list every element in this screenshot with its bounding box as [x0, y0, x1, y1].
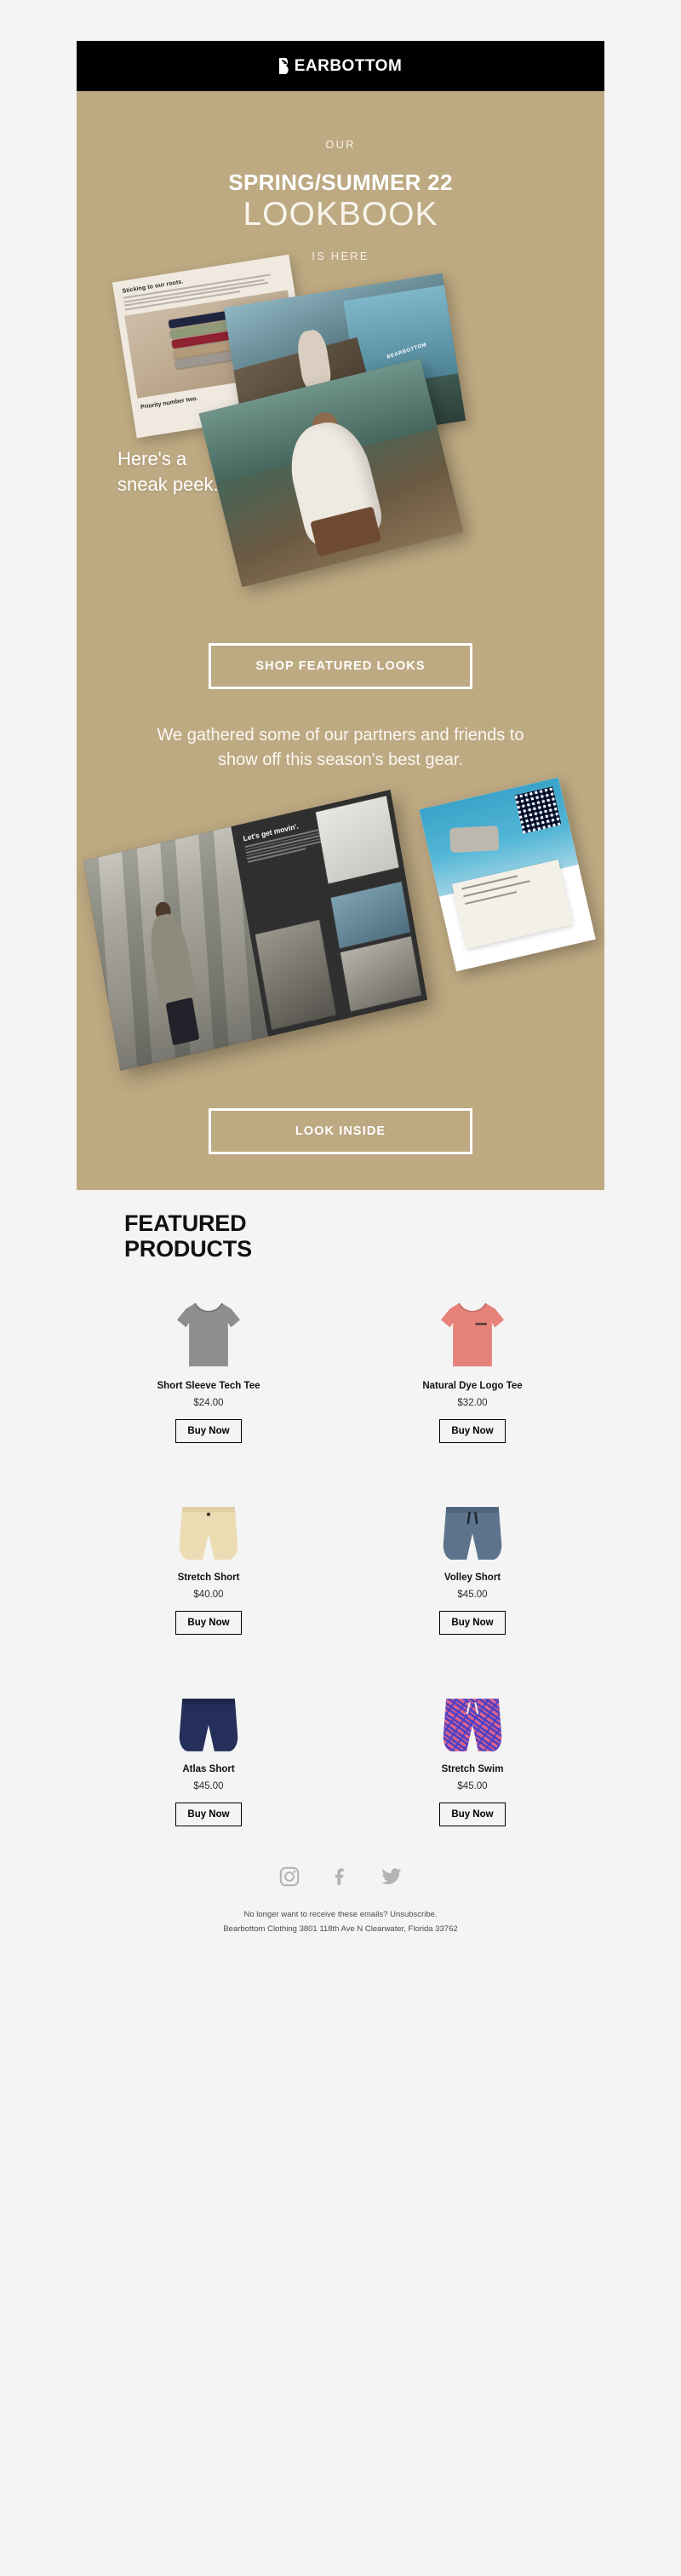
- legal-text: No longer want to receive these emails? …: [77, 1908, 604, 1936]
- buy-now-button[interactable]: Buy Now: [439, 1803, 506, 1827]
- email-footer: No longer want to receive these emails? …: [77, 1852, 604, 1963]
- twitter-icon[interactable]: [381, 1866, 403, 1888]
- company-address: Bearbottom Clothing 3801 118th Ave N Cle…: [223, 1924, 458, 1935]
- hero-section: OUR SPRING/SUMMER 22 LOOKBOOK IS HERE St…: [77, 91, 604, 1190]
- product-name: Volley Short: [444, 1573, 501, 1584]
- sneak-peek-line-2: sneak peek.: [117, 473, 219, 495]
- product-name: Stretch Short: [177, 1573, 240, 1584]
- buy-now-button[interactable]: Buy Now: [175, 1611, 242, 1636]
- product-image-natural-dye-logo-tee: [417, 1284, 528, 1372]
- product-image-short-sleeve-tech-tee: [153, 1284, 264, 1372]
- brand-logo[interactable]: EARBOTTOM: [278, 57, 403, 75]
- shop-featured-looks-button[interactable]: SHOP FEATURED LOOKS: [209, 642, 472, 689]
- product-name: Atlas Short: [182, 1764, 235, 1775]
- sneak-peek-text: Here's a sneak peek.: [117, 446, 219, 497]
- featured-products-section: FEATURED PRODUCTS Short Sleeve Tech Tee …: [77, 1189, 604, 1853]
- brand-header-bar: EARBOTTOM: [77, 41, 604, 91]
- spread-photo-model: [340, 935, 421, 1011]
- hero-paragraph: We gathered some of our partners and fri…: [157, 725, 524, 769]
- buy-now-button[interactable]: Buy Now: [175, 1419, 242, 1444]
- hero-title-season: SPRING/SUMMER 22: [228, 170, 453, 195]
- social-links: [77, 1866, 604, 1888]
- look-inside-button[interactable]: LOOK INSIDE: [209, 1107, 472, 1154]
- email-body: EARBOTTOM OUR SPRING/SUMMER 22 LOOKBOOK …: [0, 41, 681, 1963]
- unsubscribe-text[interactable]: No longer want to receive these emails? …: [77, 1908, 604, 1923]
- lookbook-open-spread: Let's get movin'.: [83, 790, 427, 1071]
- lookbook-back-cover: [419, 777, 596, 972]
- hero-subline: IS HERE: [312, 249, 369, 262]
- sneak-peek-line-1: Here's a: [117, 447, 187, 469]
- product-name: Short Sleeve Tech Tee: [157, 1381, 260, 1392]
- featured-heading-line-1: FEATURED: [124, 1210, 247, 1236]
- lookbook-image-primary: Sticking to our roots. Priority number t…: [77, 254, 604, 628]
- product-card: Short Sleeve Tech Tee $24.00 Buy Now: [77, 1277, 340, 1469]
- look-inside-wrap: LOOK INSIDE: [77, 1107, 604, 1180]
- product-name: Stretch Swim: [441, 1764, 504, 1775]
- product-image-volley-short: [417, 1475, 528, 1564]
- product-card: Stretch Swim $45.00 Buy Now: [340, 1660, 604, 1852]
- buy-now-button[interactable]: Buy Now: [439, 1419, 506, 1444]
- product-price: $40.00: [193, 1590, 224, 1601]
- hero-title-lookbook: LOOKBOOK: [243, 196, 438, 233]
- product-name: Natural Dye Logo Tee: [422, 1381, 523, 1392]
- lookbook-image-secondary: Let's get movin'.: [77, 777, 604, 1090]
- product-image-atlas-short: [153, 1667, 264, 1756]
- shop-featured-looks-wrap: SHOP FEATURED LOOKS: [77, 642, 604, 689]
- bear-mark-icon: [278, 58, 294, 74]
- product-price: $24.00: [193, 1398, 224, 1409]
- product-grid: Short Sleeve Tech Tee $24.00 Buy Now Nat…: [77, 1277, 604, 1852]
- qr-code-icon: [514, 786, 562, 834]
- product-price: $45.00: [457, 1590, 488, 1601]
- buy-now-button[interactable]: Buy Now: [439, 1611, 506, 1636]
- spread-photo-stretch: [255, 919, 336, 1030]
- product-card: Natural Dye Logo Tee $32.00 Buy Now: [340, 1277, 604, 1469]
- spread-photo-flatlay: [316, 796, 399, 884]
- product-card: Volley Short $45.00 Buy Now: [340, 1469, 604, 1660]
- facebook-icon[interactable]: [329, 1866, 352, 1888]
- featured-products-heading: FEATURED PRODUCTS: [124, 1210, 320, 1262]
- featured-heading-line-2: PRODUCTS: [124, 1236, 252, 1262]
- brand-logo-text: EARBOTTOM: [294, 57, 403, 75]
- product-card: Stretch Short $40.00 Buy Now: [77, 1469, 340, 1660]
- product-image-stretch-short: [153, 1475, 264, 1564]
- instagram-icon[interactable]: [278, 1866, 300, 1888]
- product-price: $45.00: [193, 1781, 224, 1792]
- hero-eyebrow: OUR: [325, 138, 356, 151]
- buy-now-button[interactable]: Buy Now: [175, 1803, 242, 1827]
- product-image-stretch-swim: [417, 1667, 528, 1756]
- product-price: $32.00: [457, 1398, 488, 1409]
- product-price: $45.00: [457, 1781, 488, 1792]
- product-card: Atlas Short $45.00 Buy Now: [77, 1660, 340, 1852]
